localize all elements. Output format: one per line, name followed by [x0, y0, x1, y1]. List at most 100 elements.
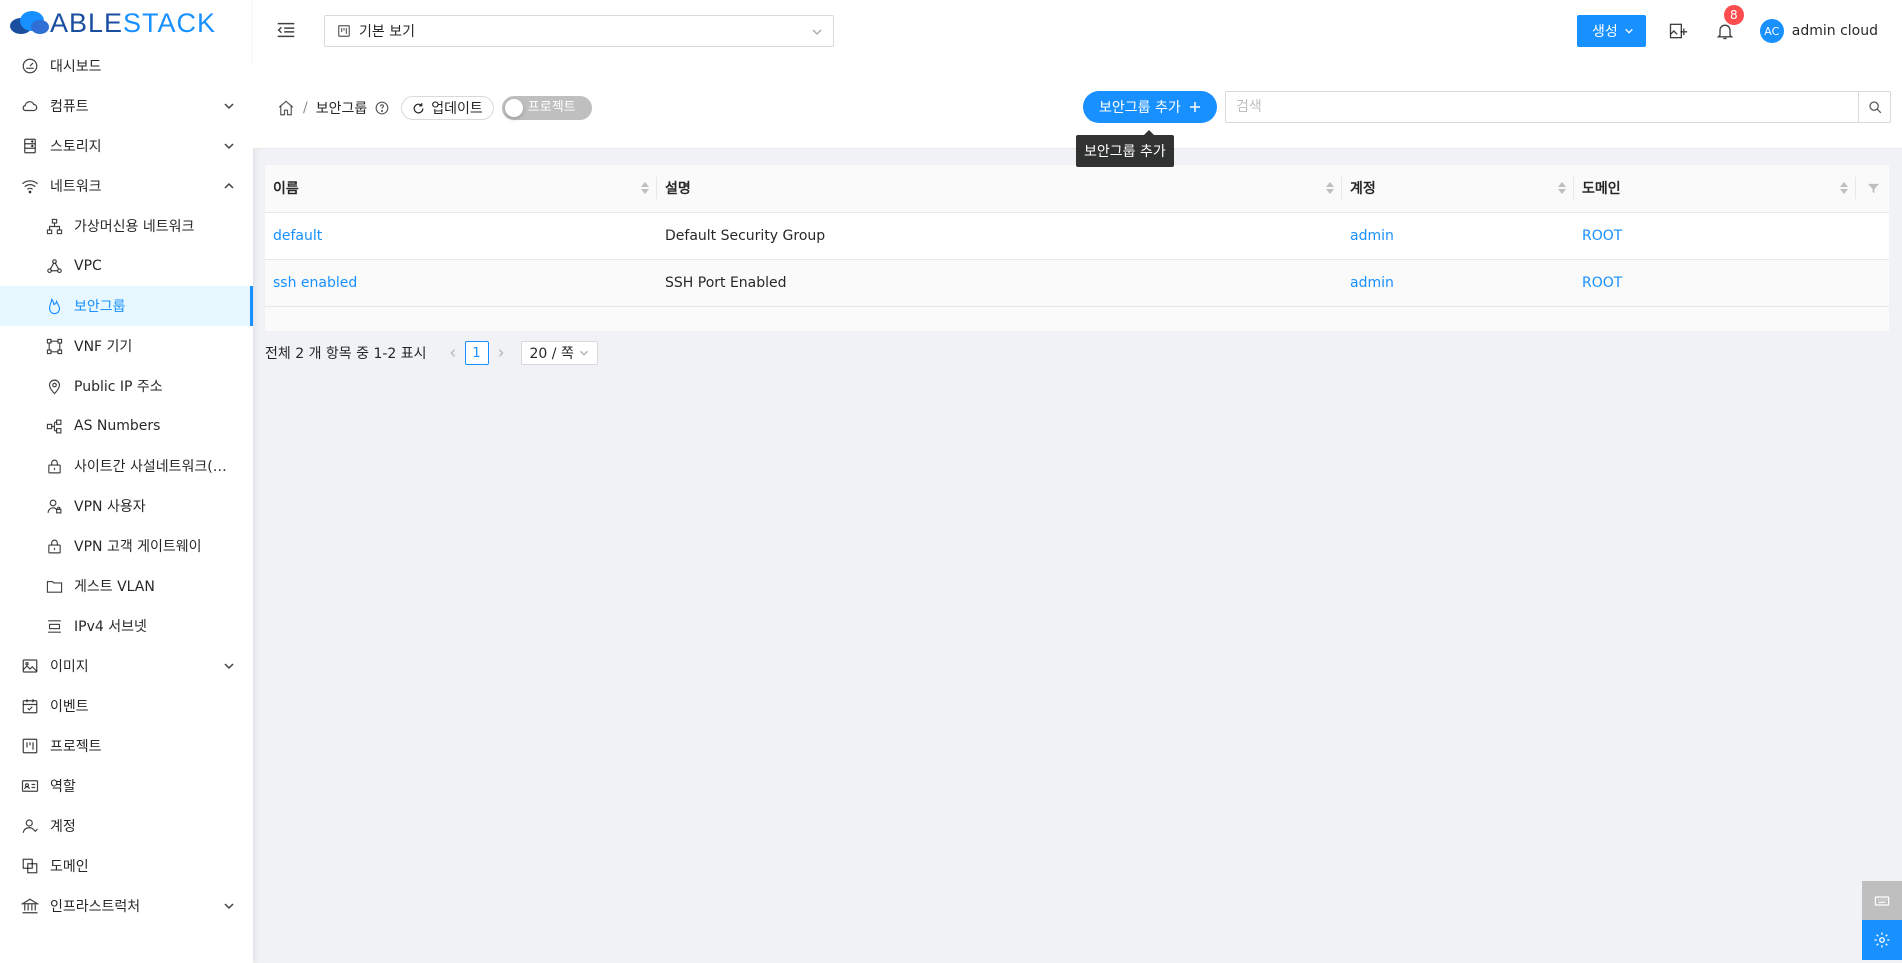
question-circle-icon[interactable] [375, 101, 389, 115]
project-icon [20, 736, 40, 756]
column-header-name[interactable]: 이름 [265, 165, 657, 213]
row-domain-link[interactable]: ROOT [1582, 228, 1622, 244]
environment-icon [44, 376, 64, 396]
sidebar-item-vpn-gateway[interactable]: VPN 고객 게이트웨이 [0, 526, 253, 566]
logo-able: ABLE [50, 7, 124, 38]
column-header-label: 계정 [1350, 181, 1376, 198]
project-view-value: 기본 보기 [359, 24, 415, 40]
sidebar-item-label: IPv4 서브넷 [74, 619, 147, 635]
avatar: AC [1759, 19, 1784, 43]
plus-icon [1189, 102, 1200, 112]
sidebar-item-domains[interactable]: 도메인 [0, 846, 253, 886]
column-header-account[interactable]: 계정 [1342, 165, 1574, 213]
table-header-row: 이름 설명 계정 도메인 [265, 165, 1889, 213]
user-name: admin cloud [1791, 23, 1878, 39]
user-lock-icon [44, 496, 64, 516]
home-icon[interactable] [277, 99, 295, 117]
bank-icon [20, 896, 40, 916]
storage-icon [20, 136, 40, 156]
image-upload-icon[interactable] [1666, 19, 1690, 43]
page-size-select[interactable]: 20 / 쪽 [520, 341, 598, 365]
next-page-icon[interactable] [489, 341, 513, 365]
row-name-link[interactable]: ssh enabled [273, 275, 357, 291]
add-button-label: 보안그룹 추가 [1099, 100, 1181, 116]
sidebar-item-vpn-users[interactable]: VPN 사용자 [0, 486, 253, 526]
search-input[interactable] [1226, 92, 1858, 122]
sidebar-item-projects[interactable]: 프로젝트 [0, 726, 253, 766]
sidebar-item-label: 이미지 [50, 659, 89, 675]
column-filter[interactable] [1856, 165, 1889, 213]
network-submenu: 가상머신용 네트워크 VPC 보안그룹 VNF 기기 Public IP 주소 … [0, 206, 253, 646]
chevron-down-icon [580, 350, 588, 356]
table-row[interactable]: default Default Security Group admin ROO… [265, 212, 1889, 260]
cloud-logo-icon [10, 11, 49, 34]
search-button[interactable] [1858, 92, 1890, 122]
sidebar-item-label: 네트워크 [50, 179, 102, 195]
chevron-down-icon [224, 103, 234, 110]
logo[interactable]: ABLE STACK [0, 0, 253, 46]
sidebar-item-roles[interactable]: 역할 [0, 766, 253, 806]
sidebar-item-network[interactable]: 네트워크 [0, 166, 253, 206]
sidebar-item-images[interactable]: 이미지 [0, 646, 253, 686]
filter-icon [1868, 183, 1879, 193]
row-empty-cell [1856, 259, 1889, 307]
sidebar-item-accounts[interactable]: 계정 [0, 806, 253, 846]
project-view-select[interactable]: 기본 보기 [324, 15, 834, 47]
row-account-link[interactable]: admin [1350, 228, 1394, 244]
settings-button[interactable] [1862, 920, 1902, 960]
refresh-button[interactable]: 업데이트 [401, 96, 494, 120]
folder-icon [44, 576, 64, 596]
chevron-down-icon [224, 903, 234, 910]
refresh-button-label: 업데이트 [431, 101, 483, 117]
sidebar-item-infrastructure[interactable]: 인프라스트럭처 [0, 886, 253, 926]
sidebar-item-security-group[interactable]: 보안그룹 [0, 286, 253, 326]
column-header-domain[interactable]: 도메인 [1574, 165, 1856, 213]
sidebar-item-compute[interactable]: 컴퓨트 [0, 86, 253, 126]
add-security-group-button[interactable]: 보안그룹 추가 [1083, 91, 1217, 123]
create-button-label: 생성 [1592, 24, 1618, 40]
user-menu[interactable]: AC admin cloud [1759, 19, 1878, 43]
sidebar-item-label: VPN 고객 게이트웨이 [74, 539, 202, 555]
prev-page-icon[interactable] [441, 341, 465, 365]
page-size-value: 20 / 쪽 [529, 346, 574, 362]
sidebar-item-guest-network[interactable]: 가상머신용 네트워크 [0, 206, 253, 246]
keyboard-icon [1874, 896, 1890, 906]
create-button[interactable]: 생성 [1577, 15, 1646, 47]
wifi-icon [20, 176, 40, 196]
row-domain-link[interactable]: ROOT [1582, 275, 1622, 291]
row-empty-cell [1856, 212, 1889, 260]
sidebar-item-guest-vlan[interactable]: 게스트 VLAN [0, 566, 253, 606]
chevron-down-icon [224, 143, 234, 150]
menu-fold-icon[interactable] [275, 19, 299, 43]
sidebar-item-ipv4-subnet[interactable]: IPv4 서브넷 [0, 606, 253, 646]
sidebar-menu: 대시보드 컴퓨트 스토리지 네트워크 가상머신용 네트워크 VPC 보안그룹 V… [0, 46, 253, 926]
image-icon [20, 656, 40, 676]
column-header-label: 이름 [273, 181, 299, 198]
table-row[interactable]: ssh enabled SSH Port Enabled admin ROOT [265, 259, 1889, 307]
project-toggle[interactable]: 프로젝트 [501, 96, 592, 120]
sidebar-item-label: 인프라스트럭처 [50, 899, 141, 915]
page-number[interactable]: 1 [464, 341, 489, 365]
sidebar-item-public-ip[interactable]: Public IP 주소 [0, 366, 253, 406]
sidebar-item-events[interactable]: 이벤트 [0, 686, 253, 726]
row-name-link[interactable]: default [273, 228, 322, 244]
sort-icon [1558, 182, 1566, 194]
sidebar-item-site-vpn[interactable]: 사이트간 사설네트워크(VPN) [0, 446, 253, 486]
column-header-description[interactable]: 설명 [657, 165, 1342, 213]
logo-stack: STACK [123, 7, 217, 38]
chevron-down-icon [812, 29, 822, 35]
row-account-link[interactable]: admin [1350, 275, 1394, 291]
sidebar-item-as-numbers[interactable]: AS Numbers [0, 406, 253, 446]
sidebar-item-vpc[interactable]: VPC [0, 246, 253, 286]
keyboard-button[interactable] [1862, 881, 1902, 921]
sidebar-item-dashboard[interactable]: 대시보드 [0, 46, 253, 86]
security-group-table: 이름 설명 계정 도메인 default Default Security Gr… [265, 165, 1889, 331]
chevron-down-icon [1624, 28, 1633, 34]
calendar-icon [20, 696, 40, 716]
bell-icon[interactable]: 8 [1713, 5, 1744, 43]
gateway-icon [44, 336, 64, 356]
sort-icon [641, 182, 649, 194]
sidebar-item-vnf[interactable]: VNF 기기 [0, 326, 253, 366]
sidebar-item-label: 스토리지 [50, 139, 102, 155]
sidebar-item-storage[interactable]: 스토리지 [0, 126, 253, 166]
